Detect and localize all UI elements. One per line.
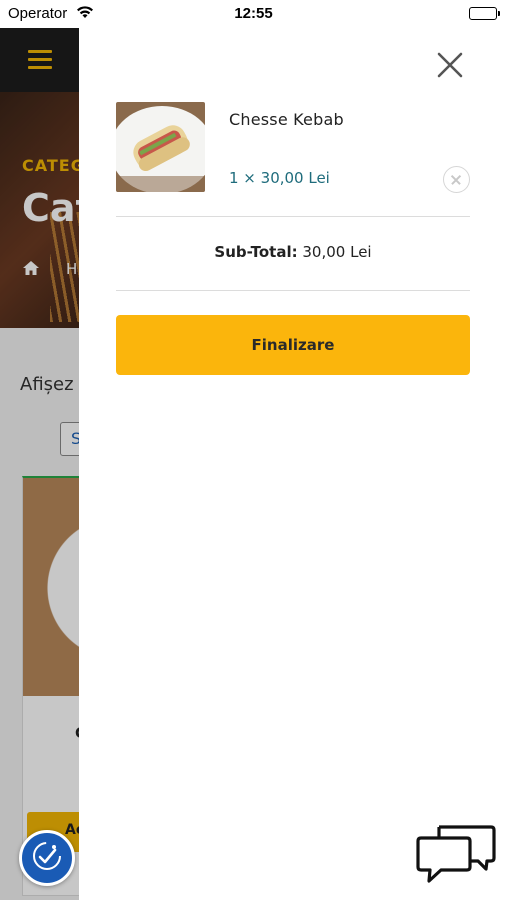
cart-item-quantity-price: 1 × 30,00 Lei [229, 169, 330, 187]
clock: 12:55 [234, 5, 273, 22]
cart-item-image[interactable] [116, 102, 205, 192]
divider [116, 216, 470, 217]
cart-item: Chesse Kebab 1 × 30,00 Lei [116, 102, 470, 218]
cart-drawer: Chesse Kebab 1 × 30,00 Lei Sub-Total: 30… [79, 28, 507, 900]
cart-item-name[interactable]: Chesse Kebab [229, 110, 344, 129]
subtotal-value: 30,00 Lei [302, 243, 372, 261]
chat-bubbles-icon[interactable] [415, 822, 497, 888]
close-icon[interactable] [435, 50, 465, 80]
checkout-button[interactable]: Finalizare [116, 315, 470, 375]
subtotal-label: Sub-Total: [214, 243, 298, 261]
battery-icon [469, 7, 500, 20]
subtotal: Sub-Total: 30,00 Lei [116, 243, 470, 261]
accessibility-icon [30, 839, 64, 877]
divider [116, 290, 470, 291]
remove-circle-icon[interactable] [443, 166, 470, 193]
status-bar: Operator 12:55 [0, 0, 507, 28]
accessibility-button[interactable] [19, 830, 75, 886]
